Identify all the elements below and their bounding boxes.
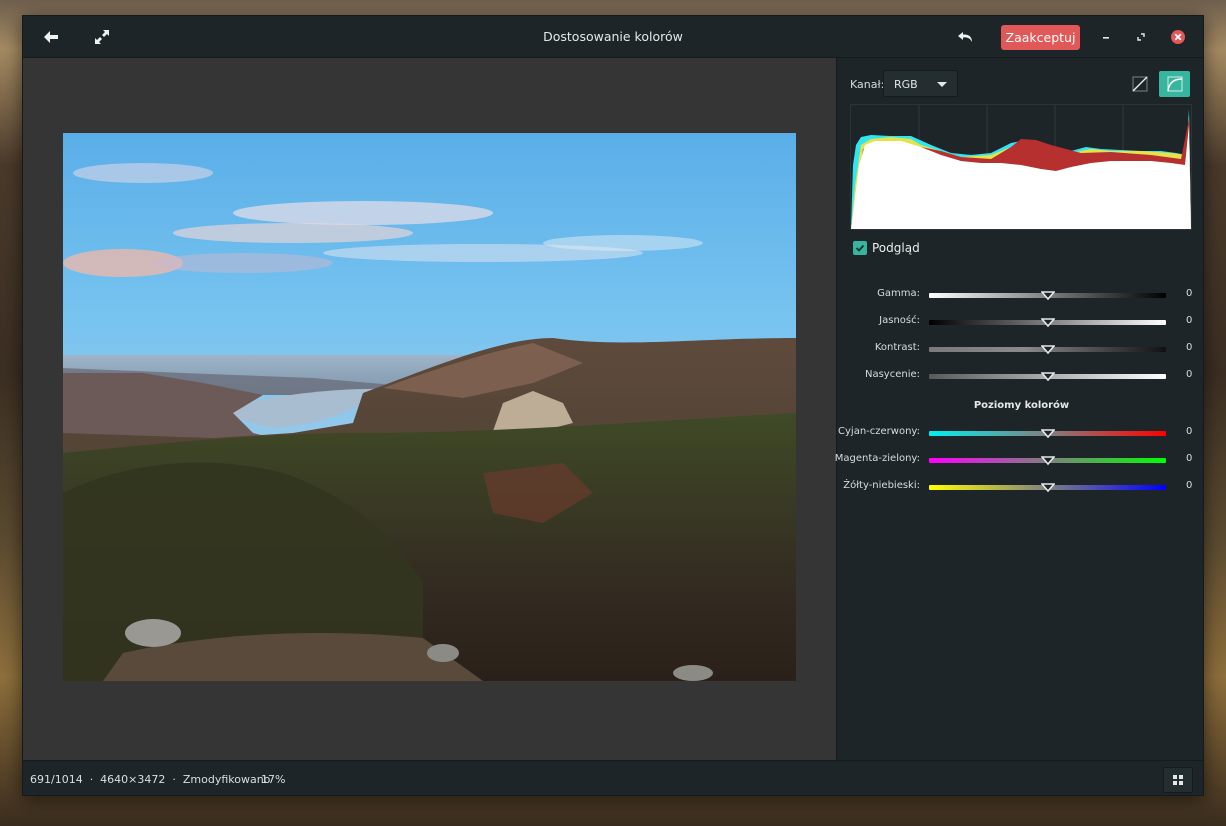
preview-checkbox[interactable] — [853, 241, 867, 255]
brightness-value: 0 — [1186, 315, 1193, 326]
maximize-icon — [1137, 33, 1145, 41]
zoom-level[interactable]: 17% — [261, 773, 285, 786]
magenta-green-label: Magenta-zielony: — [834, 453, 920, 464]
saturation-label: Nasycenie: — [864, 369, 920, 380]
contrast-slider-thumb[interactable] — [1041, 342, 1055, 356]
histogram[interactable] — [850, 104, 1192, 230]
linear-mode-button[interactable] — [1124, 71, 1155, 97]
brightness-label: Jasność: — [879, 315, 920, 326]
image-canvas[interactable] — [23, 58, 837, 760]
magenta-green-slider-row: Magenta-zielony: 0 — [834, 453, 1203, 467]
grid-icon — [1173, 775, 1183, 785]
contrast-slider-row: Kontrast: 0 — [838, 342, 1203, 356]
gamma-slider-row: Gamma: 0 — [838, 288, 1203, 302]
undo-button[interactable] — [952, 23, 980, 51]
brightness-slider-thumb[interactable] — [1041, 315, 1055, 329]
contrast-label: Kontrast: — [874, 342, 920, 353]
accept-button[interactable]: Zaakceptuj — [1001, 25, 1080, 50]
color-levels-title: Poziomy kolorów — [973, 400, 1070, 411]
color-adjustment-window: Dostosowanie kolorów Zaakceptuj Kanał: R… — [22, 15, 1204, 796]
minimize-icon — [1103, 37, 1109, 39]
cyan-red-label: Cyjan-czerwony: — [838, 426, 920, 437]
gamma-value: 0 — [1186, 288, 1193, 299]
status-bar: 691/1014 · 4640×3472 · Zmodyfikowano 17% — [23, 760, 1203, 795]
cyan-red-slider-row: Cyjan-czerwony: 0 — [838, 426, 1203, 440]
chevron-down-icon — [937, 82, 947, 87]
adjustments-sidebar: Kanał: RGB Podgląd Gamma: 0 Jasność: 0 K… — [834, 58, 1203, 760]
minimize-button[interactable] — [1092, 23, 1120, 51]
magenta-green-slider-thumb[interactable] — [1041, 453, 1055, 467]
cyan-red-slider-thumb[interactable] — [1041, 426, 1055, 440]
saturation-slider-thumb[interactable] — [1041, 369, 1055, 383]
channel-label: Kanał: — [850, 78, 885, 91]
yellow-blue-label: Żółty-niebieski: — [843, 480, 920, 491]
checkmark-icon — [855, 244, 865, 252]
expand-icon — [95, 30, 109, 44]
saturation-value: 0 — [1186, 369, 1193, 380]
brightness-slider-row: Jasność: 0 — [838, 315, 1203, 329]
header-bar: Dostosowanie kolorów Zaakceptuj — [23, 16, 1203, 58]
maximize-button[interactable] — [1127, 23, 1155, 51]
undo-icon — [958, 32, 972, 42]
preview-toggle[interactable]: Podgląd — [853, 240, 920, 256]
curve-icon — [1166, 76, 1182, 92]
yellow-blue-slider-thumb[interactable] — [1041, 480, 1055, 494]
gallery-button[interactable] — [1163, 767, 1193, 793]
preview-label: Podgląd — [872, 241, 920, 255]
cyan-red-value: 0 — [1186, 426, 1193, 437]
close-button[interactable] — [1164, 23, 1192, 51]
channel-value: RGB — [894, 78, 918, 91]
linear-curve-icon — [1131, 76, 1148, 92]
arrow-left-icon — [44, 31, 58, 43]
image-info: 691/1014 · 4640×3472 · Zmodyfikowano — [30, 773, 271, 786]
gamma-slider-thumb[interactable] — [1041, 288, 1055, 302]
fullscreen-button[interactable] — [88, 23, 116, 51]
close-icon — [1171, 30, 1185, 44]
magenta-green-value: 0 — [1186, 453, 1193, 464]
yellow-blue-value: 0 — [1186, 480, 1193, 491]
saturation-slider-row: Nasycenie: 0 — [838, 369, 1203, 383]
back-button[interactable] — [37, 23, 65, 51]
channel-select[interactable]: RGB — [883, 70, 958, 97]
yellow-blue-slider-row: Żółty-niebieski: 0 — [838, 480, 1203, 494]
gamma-label: Gamma: — [877, 288, 920, 299]
curve-mode-button[interactable] — [1159, 71, 1190, 97]
photo-preview — [63, 133, 796, 681]
contrast-value: 0 — [1186, 342, 1193, 353]
